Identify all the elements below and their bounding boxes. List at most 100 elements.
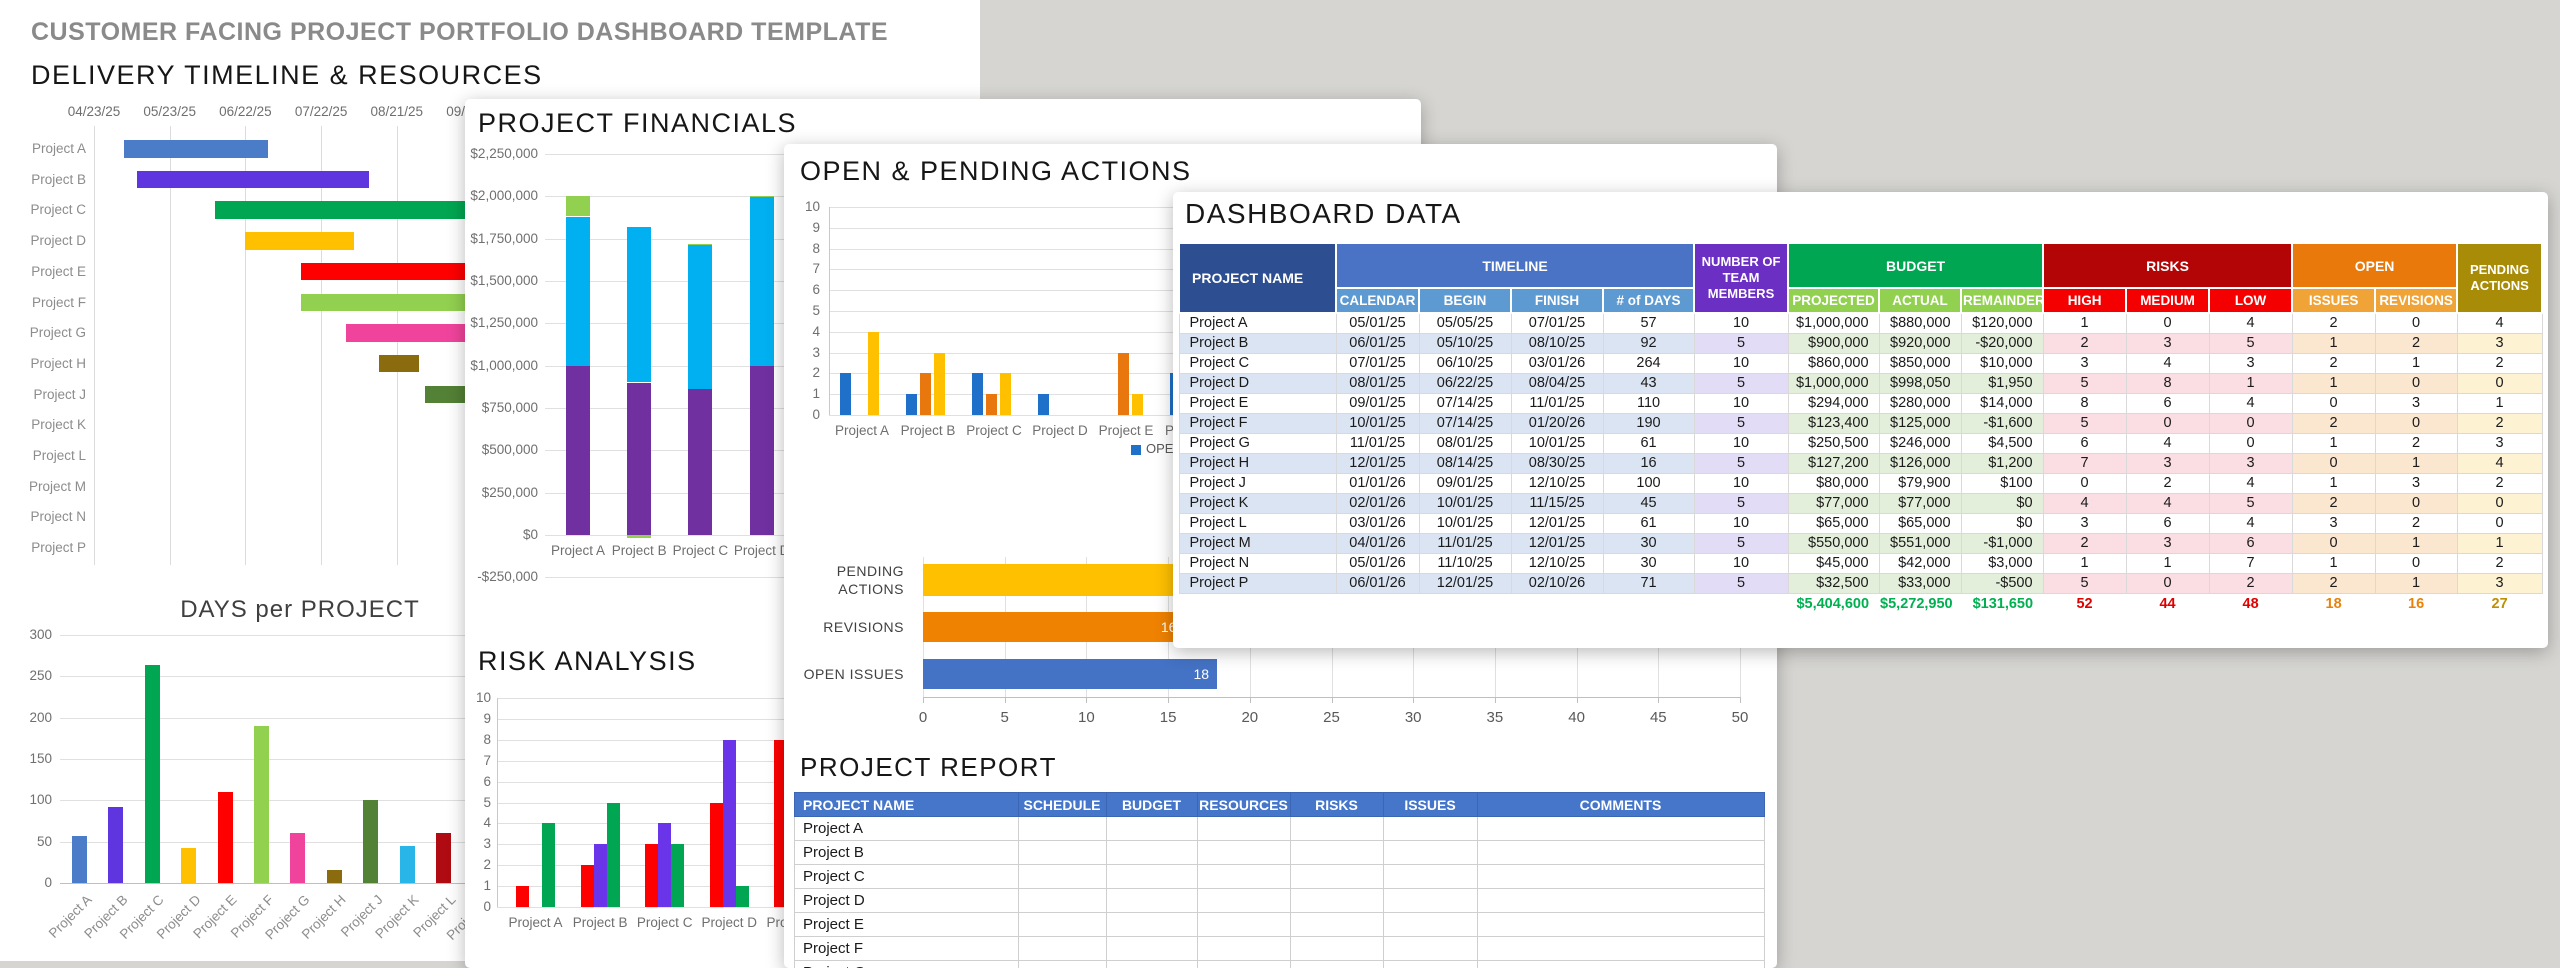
report-cell[interactable]: Project A xyxy=(795,817,1019,841)
dash-cell[interactable]: 110 xyxy=(1603,393,1694,413)
dash-cell[interactable]: 4 xyxy=(2209,513,2292,533)
dash-cell[interactable]: Project P xyxy=(1179,573,1336,593)
dash-cell[interactable]: 1 xyxy=(2375,533,2457,553)
report-cell[interactable] xyxy=(1107,865,1198,889)
dash-cell[interactable]: 0 xyxy=(2292,453,2375,473)
dash-cell[interactable]: 08/01/25 xyxy=(1336,373,1419,393)
dash-cell[interactable]: $900,000 xyxy=(1788,333,1879,353)
report-cell[interactable] xyxy=(1291,937,1384,961)
report-cell[interactable] xyxy=(1019,865,1107,889)
dash-cell[interactable]: 2 xyxy=(2375,433,2457,453)
dash-cell[interactable]: 2 xyxy=(2292,313,2375,333)
dash-cell[interactable]: 5 xyxy=(2043,573,2126,593)
dash-cell[interactable]: Project F xyxy=(1179,413,1336,433)
dash-cell[interactable]: 3 xyxy=(2209,453,2292,473)
report-cell[interactable] xyxy=(1291,913,1384,937)
dash-cell[interactable]: 3 xyxy=(2043,353,2126,373)
dash-cell[interactable]: 1 xyxy=(2043,553,2126,573)
dash-cell[interactable]: 0 xyxy=(2457,373,2542,393)
report-cell[interactable]: Project B xyxy=(795,841,1019,865)
dash-cell[interactable]: 07/14/25 xyxy=(1419,413,1511,433)
dash-cell[interactable]: 04/01/26 xyxy=(1336,533,1419,553)
dash-cell[interactable]: 10 xyxy=(1694,553,1788,573)
dash-cell[interactable]: 06/01/26 xyxy=(1336,573,1419,593)
report-cell[interactable] xyxy=(1107,961,1198,968)
dash-cell[interactable]: 1 xyxy=(2375,453,2457,473)
dash-cell[interactable]: 100 xyxy=(1603,473,1694,493)
report-cell[interactable] xyxy=(1019,889,1107,913)
dash-cell[interactable]: 2 xyxy=(2375,513,2457,533)
dash-cell[interactable]: 6 xyxy=(2126,513,2209,533)
dash-cell[interactable]: 8 xyxy=(2126,373,2209,393)
dash-cell[interactable]: 2 xyxy=(2457,353,2542,373)
dash-cell[interactable]: $100 xyxy=(1961,473,2043,493)
report-cell[interactable] xyxy=(1019,913,1107,937)
report-cell[interactable] xyxy=(1107,937,1198,961)
dash-cell[interactable]: 2 xyxy=(2126,473,2209,493)
dash-cell[interactable]: 3 xyxy=(2457,333,2542,353)
dash-cell[interactable]: Project N xyxy=(1179,553,1336,573)
dash-cell[interactable]: 01/20/26 xyxy=(1511,413,1603,433)
dash-cell[interactable]: 0 xyxy=(2126,573,2209,593)
report-cell[interactable] xyxy=(1478,913,1765,937)
dash-cell[interactable]: $550,000 xyxy=(1788,533,1879,553)
dash-cell[interactable]: 3 xyxy=(2043,513,2126,533)
dash-cell[interactable]: 7 xyxy=(2043,453,2126,473)
report-cell[interactable] xyxy=(1384,865,1478,889)
dash-cell[interactable]: 2 xyxy=(2043,333,2126,353)
report-cell[interactable] xyxy=(1478,817,1765,841)
dash-cell[interactable]: $125,000 xyxy=(1879,413,1961,433)
dash-cell[interactable]: 1 xyxy=(2292,333,2375,353)
dash-cell[interactable]: $860,000 xyxy=(1788,353,1879,373)
dash-cell[interactable]: 5 xyxy=(1694,453,1788,473)
report-cell[interactable]: Project C xyxy=(795,865,1019,889)
dash-cell[interactable]: 2 xyxy=(2457,473,2542,493)
dash-cell[interactable]: 12/10/25 xyxy=(1511,473,1603,493)
report-cell[interactable] xyxy=(1478,961,1765,968)
report-cell[interactable] xyxy=(1384,817,1478,841)
dash-cell[interactable]: 16 xyxy=(1603,453,1694,473)
dash-cell[interactable]: 0 xyxy=(2209,413,2292,433)
dash-cell[interactable]: $127,200 xyxy=(1788,453,1879,473)
dash-cell[interactable]: $3,000 xyxy=(1961,553,2043,573)
dash-cell[interactable]: 2 xyxy=(2043,533,2126,553)
dash-cell[interactable]: 12/10/25 xyxy=(1511,553,1603,573)
report-cell[interactable] xyxy=(1384,889,1478,913)
dash-cell[interactable]: 0 xyxy=(2457,513,2542,533)
dash-cell[interactable]: 8 xyxy=(2043,393,2126,413)
dash-cell[interactable]: 0 xyxy=(2375,493,2457,513)
dash-cell[interactable]: 02/10/26 xyxy=(1511,573,1603,593)
dash-cell[interactable]: $14,000 xyxy=(1961,393,2043,413)
dash-cell[interactable]: 03/01/26 xyxy=(1336,513,1419,533)
dash-cell[interactable]: 45 xyxy=(1603,493,1694,513)
dash-cell[interactable]: 4 xyxy=(2209,313,2292,333)
dash-cell[interactable]: 07/14/25 xyxy=(1419,393,1511,413)
dash-cell[interactable]: 06/01/25 xyxy=(1336,333,1419,353)
report-cell[interactable]: Project F xyxy=(795,937,1019,961)
report-cell[interactable] xyxy=(1384,961,1478,968)
report-cell[interactable] xyxy=(1198,817,1291,841)
dash-cell[interactable]: 3 xyxy=(2375,473,2457,493)
dash-cell[interactable]: -$1,600 xyxy=(1961,413,2043,433)
dash-cell[interactable]: Project H xyxy=(1179,453,1336,473)
dash-cell[interactable]: 0 xyxy=(2292,533,2375,553)
dash-cell[interactable]: $79,900 xyxy=(1879,473,1961,493)
report-cell[interactable] xyxy=(1019,817,1107,841)
dash-cell[interactable]: 1 xyxy=(2375,353,2457,373)
dash-cell[interactable]: 1 xyxy=(2375,573,2457,593)
dash-cell[interactable]: 4 xyxy=(2126,353,2209,373)
report-cell[interactable] xyxy=(1478,889,1765,913)
dash-cell[interactable]: $33,000 xyxy=(1879,573,1961,593)
report-cell[interactable] xyxy=(1198,889,1291,913)
dash-cell[interactable]: 6 xyxy=(2043,433,2126,453)
dash-cell[interactable]: $4,500 xyxy=(1961,433,2043,453)
dash-cell[interactable]: 10 xyxy=(1694,353,1788,373)
dash-cell[interactable]: 11/01/25 xyxy=(1419,533,1511,553)
dash-cell[interactable]: 0 xyxy=(2043,473,2126,493)
dash-cell[interactable]: 10 xyxy=(1694,513,1788,533)
report-cell[interactable] xyxy=(1384,937,1478,961)
dash-cell[interactable]: 57 xyxy=(1603,313,1694,333)
dash-cell[interactable]: 08/04/25 xyxy=(1511,373,1603,393)
dash-cell[interactable]: Project L xyxy=(1179,513,1336,533)
dash-cell[interactable]: 5 xyxy=(1694,533,1788,553)
